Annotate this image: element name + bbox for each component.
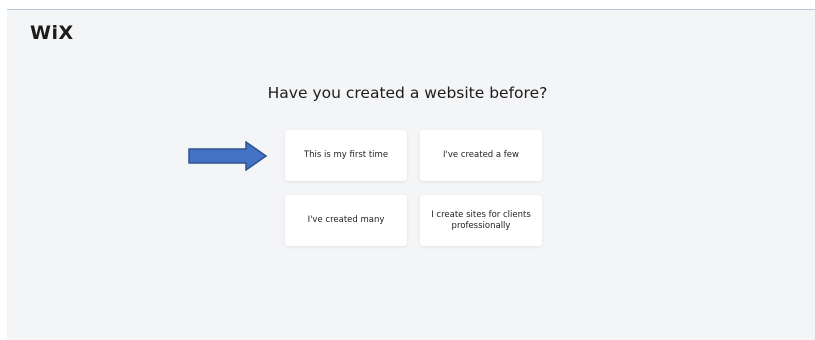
arrow-right-icon <box>188 141 268 171</box>
option-label: This is my first time <box>303 150 389 160</box>
onboarding-panel <box>7 9 815 340</box>
wix-logo: WiX <box>30 22 74 44</box>
option-professional[interactable]: I create sites for clients professionall… <box>420 195 542 246</box>
option-label: I've created a few <box>443 150 519 160</box>
option-label: I've created many <box>307 215 385 225</box>
option-first-time[interactable]: This is my first time <box>285 130 407 181</box>
page-title: Have you created a website before? <box>267 84 548 102</box>
option-label: I create sites for clients professionall… <box>431 209 531 231</box>
option-created-few[interactable]: I've created a few <box>420 130 542 181</box>
page: WiX Have you created a website before? T… <box>0 0 815 340</box>
option-created-many[interactable]: I've created many <box>285 195 407 246</box>
